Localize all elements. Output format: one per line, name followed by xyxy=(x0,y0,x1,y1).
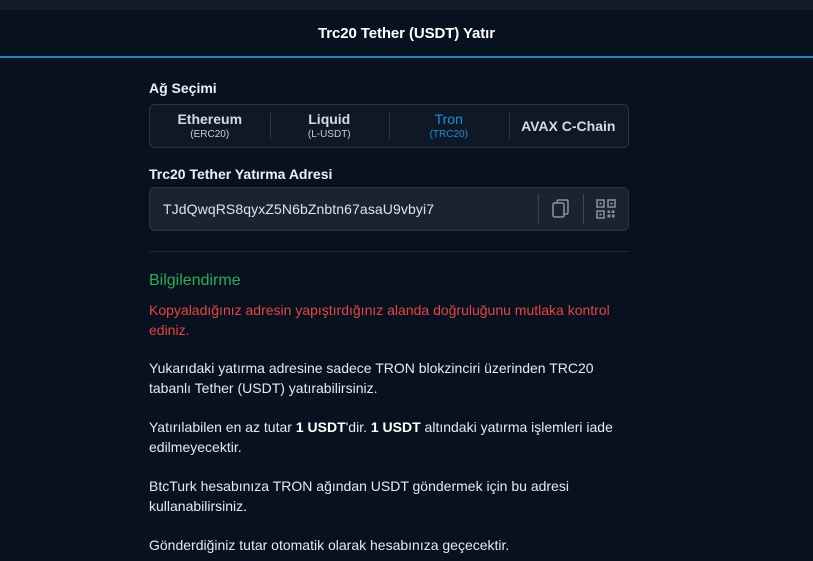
info-title: Bilgilendirme xyxy=(149,272,241,289)
header-underline xyxy=(0,56,813,58)
qr-code-icon xyxy=(595,199,616,219)
network-option-name: Ethereum xyxy=(177,111,243,127)
copy-address-button[interactable] xyxy=(538,188,583,230)
top-strip xyxy=(0,0,813,10)
deposit-address-field: TJdQwqRS8qyxZ5N6bZnbtn67asaU9vbyi7 xyxy=(149,187,629,231)
min-amount: 1 USDT xyxy=(370,419,421,435)
deposit-address-value[interactable]: TJdQwqRS8qyxZ5N6bZnbtn67asaU9vbyi7 xyxy=(150,201,538,217)
page-title: Trc20 Tether (USDT) Yatır xyxy=(317,24,495,42)
info-paragraph-usage: BtcTurk hesabınıza TRON ağından USDT gön… xyxy=(149,478,569,514)
network-option-name: AVAX C-Chain xyxy=(521,118,616,134)
info-warning: Kopyaladığınız adresin yapıştırdığınız a… xyxy=(149,302,610,338)
copy-icon xyxy=(551,199,569,218)
network-selection-label: Ağ Seçimi xyxy=(149,80,217,96)
network-option-standard: (L-USDT) xyxy=(307,129,351,140)
info-text: Yatırılabilen en az tutar xyxy=(149,419,296,435)
deposit-address-label: Trc20 Tether Yatırma Adresi xyxy=(149,166,333,182)
network-option-tron[interactable]: Tron (TRC20) xyxy=(389,105,509,147)
network-option-liquid[interactable]: Liquid (L-USDT) xyxy=(269,105,390,147)
page-header: Trc20 Tether (USDT) Yatır xyxy=(0,10,813,56)
network-option-name: Liquid xyxy=(308,111,351,127)
info-paragraph-network: Yukarıdaki yatırma adresine sadece TRON … xyxy=(149,360,594,396)
network-option-name: Tron xyxy=(434,111,463,127)
info-text: 'dir. xyxy=(345,419,371,435)
network-option-avax-c-chain[interactable]: AVAX C-Chain xyxy=(508,105,629,147)
network-option-ethereum[interactable]: Ethereum (ERC20) xyxy=(150,105,270,147)
section-divider xyxy=(149,251,629,252)
network-option-standard: (ERC20) xyxy=(190,129,230,140)
network-selector: Ethereum (ERC20) Liquid (L-USDT) Tron (T… xyxy=(149,104,629,148)
min-amount: 1 USDT xyxy=(295,419,346,435)
info-paragraph-minimum: Yatırılabilen en az tutar 1 USDT'dir. 1 … xyxy=(149,417,619,457)
network-option-standard: (TRC20) xyxy=(429,129,468,140)
info-paragraph-auto-credit: Gönderdiğiniz tutar otomatik olarak hesa… xyxy=(149,537,510,553)
show-qr-code-button[interactable] xyxy=(583,188,628,230)
